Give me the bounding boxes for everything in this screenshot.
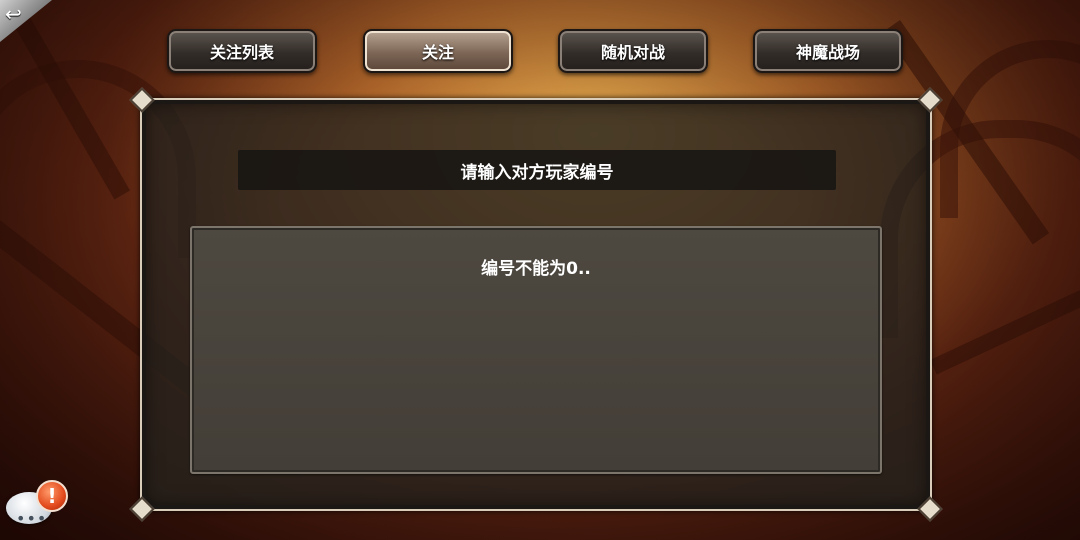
panel-corner-ornament [917,87,943,113]
alert-badge-icon: ! [36,480,68,512]
chat-button[interactable]: ••• ! [6,480,72,536]
tab-random-battle[interactable]: 随机对战 [558,29,708,73]
panel-corner-ornament [129,496,155,522]
alert-glyph: ! [47,484,57,508]
tab-label: 关注 [421,43,454,62]
panel-title: 请输入对方玩家编号 [238,150,836,190]
message-box: 编号不能为0.. [190,226,882,474]
tab-god-demon-battlefield[interactable]: 神魔战场 [753,29,903,73]
panel-corner-ornament [917,496,943,522]
tab-label: 关注列表 [209,43,274,62]
tab-label: 神魔战场 [795,43,860,62]
panel-title-text: 请输入对方玩家编号 [460,162,614,183]
back-button[interactable]: ↩ [0,0,52,42]
error-message: 编号不能为0.. [481,259,591,279]
tab-follow-list[interactable]: 关注列表 [167,29,317,73]
main-panel: 请输入对方玩家编号 编号不能为0.. [129,87,943,522]
chat-dots: ••• [16,509,48,528]
tab-label: 随机对战 [600,43,665,62]
return-arrow-icon: ↩ [5,2,22,26]
panel-corner-ornament [129,87,155,113]
tab-follow[interactable]: 关注 [363,29,513,73]
